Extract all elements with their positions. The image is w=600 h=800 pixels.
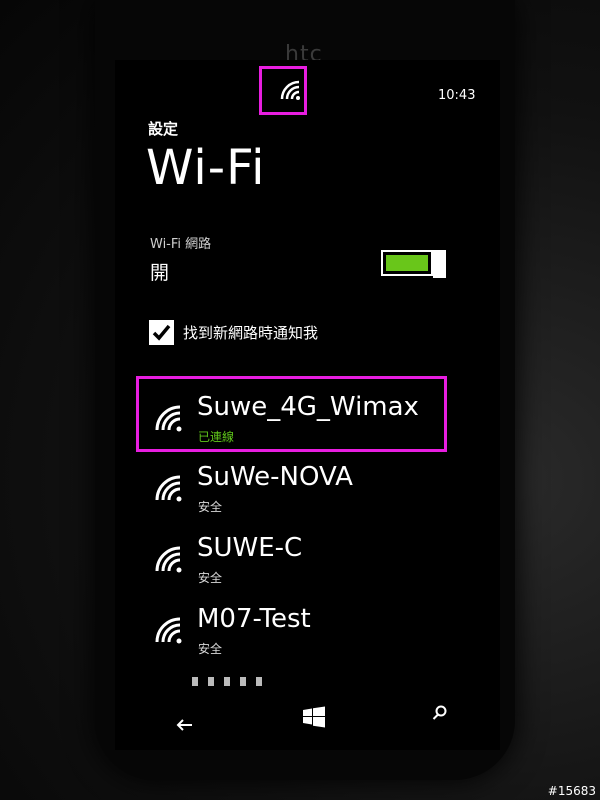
status-time: 10:43 xyxy=(438,88,476,103)
back-button[interactable] xyxy=(170,711,198,739)
network-status: 已連線 xyxy=(198,430,235,444)
start-button[interactable] xyxy=(300,703,328,731)
network-item-m07-test[interactable]: M07-Test 安全 xyxy=(150,602,480,662)
wifi-signal-icon xyxy=(155,546,182,573)
search-icon xyxy=(432,705,447,720)
wifi-network-label: Wi-Fi 網路 xyxy=(150,237,212,252)
network-name: M07-Test xyxy=(197,604,311,634)
notify-checkbox[interactable] xyxy=(149,320,174,345)
network-status: 安全 xyxy=(198,571,223,585)
checkmark-icon xyxy=(152,324,171,341)
back-arrow-icon xyxy=(176,719,192,731)
watermark-text: #15683 xyxy=(547,784,596,798)
wifi-signal-icon xyxy=(155,405,182,432)
wifi-icon xyxy=(280,80,300,100)
wifi-toggle-switch[interactable] xyxy=(381,250,446,278)
breadcrumb: 設定 xyxy=(148,120,179,138)
network-item-suwe-c[interactable]: SUWE-C 安全 xyxy=(150,531,480,591)
network-item-partial[interactable] xyxy=(192,674,312,686)
network-name: SUWE-C xyxy=(197,533,303,563)
notify-checkbox-label[interactable]: 找到新網路時通知我 xyxy=(183,322,318,343)
windows-logo-icon xyxy=(303,706,325,728)
network-name: Suwe_4G_Wimax xyxy=(197,392,419,422)
search-button[interactable] xyxy=(426,699,454,727)
wifi-signal-icon xyxy=(155,617,182,644)
network-item-suwe-4g-wimax[interactable]: Suwe_4G_Wimax 已連線 xyxy=(150,390,480,450)
wifi-signal-icon xyxy=(155,475,182,502)
network-status: 安全 xyxy=(198,642,223,656)
toggle-thumb xyxy=(433,250,446,278)
network-item-suwe-nova[interactable]: SuWe-NOVA 安全 xyxy=(150,460,480,520)
wifi-network-state: 開 xyxy=(150,262,170,284)
network-name: SuWe-NOVA xyxy=(197,462,353,492)
toggle-fill xyxy=(386,255,428,271)
page-title: Wi-Fi xyxy=(146,140,266,196)
network-status: 安全 xyxy=(198,500,223,514)
